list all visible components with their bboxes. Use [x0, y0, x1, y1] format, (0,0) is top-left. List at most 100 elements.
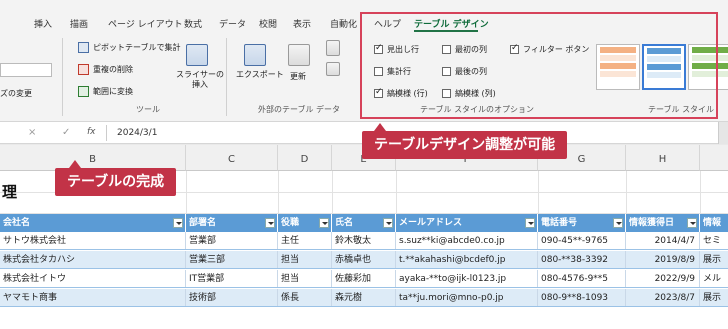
filter-dropdown-icon[interactable] — [265, 218, 275, 228]
table-row[interactable]: 株式会社イトウ IT営業部 担当 佐藤彩加 ayaka-**to@ijk-l01… — [0, 270, 728, 288]
table-cell[interactable]: メル — [700, 270, 728, 288]
table-cell[interactable]: 090-45**-9765 — [538, 232, 626, 250]
column-header-h[interactable]: H — [626, 145, 700, 171]
table-cell[interactable]: IT営業部 — [186, 270, 278, 288]
open-in-browser-icon[interactable] — [326, 62, 340, 76]
filter-dropdown-icon[interactable] — [383, 218, 393, 228]
table-header-cell[interactable]: 情報 — [700, 214, 728, 232]
table-cell[interactable]: 2019/8/9 — [626, 251, 700, 269]
table-cell[interactable]: 佐藤彩加 — [332, 270, 396, 288]
formula-enter-icon[interactable]: ✓ — [62, 127, 70, 138]
table-name-input[interactable] — [0, 63, 52, 77]
table-cell[interactable]: ヤマモト商事 — [0, 289, 186, 307]
table-header-row: 会社名 部署名 役職 氏名 メールアドレス 電話番号 情報獲得日 情報 — [0, 214, 728, 232]
remove-duplicates-button[interactable]: 重複の削除 — [78, 64, 133, 75]
table-header-cell[interactable]: メールアドレス — [396, 214, 538, 232]
table-cell[interactable]: 森元樹 — [332, 289, 396, 307]
tab-page-layout[interactable]: ページ レイアウト — [108, 17, 183, 30]
table-cell[interactable]: 株式会社イトウ — [0, 270, 186, 288]
table-cell[interactable]: 展示 — [700, 251, 728, 269]
table-cell[interactable]: サトウ株式会社 — [0, 232, 186, 250]
tab-view[interactable]: 表示 — [293, 17, 311, 30]
design-options-highlight — [360, 12, 718, 119]
table-cell[interactable]: 株式会社タカハシ — [0, 251, 186, 269]
tab-review[interactable]: 校閲 — [259, 17, 277, 30]
external-data-group-label: 外部のテーブル データ — [258, 105, 341, 114]
table-cell[interactable]: 係長 — [278, 289, 332, 307]
table-header-cell[interactable]: 氏名 — [332, 214, 396, 232]
table-cell[interactable]: ta**ju.mori@mno-p0.jp — [396, 289, 538, 307]
separator — [62, 38, 63, 116]
refresh-label[interactable]: 更新 — [290, 72, 306, 82]
table-cell[interactable]: 080-**38-3392 — [538, 251, 626, 269]
tab-data[interactable]: データ — [219, 17, 246, 30]
insert-function-icon[interactable]: fx — [87, 127, 96, 137]
table-cell[interactable]: ayaka-**to@ijk-l0123.jp — [396, 270, 538, 288]
table-header-cell[interactable]: 情報獲得日 — [626, 214, 700, 232]
ribbon: 挿入 描画 ページ レイアウト 数式 データ 校閲 表示 自動化 ヘルプ テーブ… — [0, 0, 728, 122]
tab-formulas[interactable]: 数式 — [184, 17, 202, 30]
insert-slicer-label[interactable]: スライサーの 挿入 — [176, 70, 224, 90]
table-cell[interactable]: s.suz**ki@abcde0.co.jp — [396, 232, 538, 250]
export-icon[interactable] — [244, 44, 266, 66]
filter-dropdown-icon[interactable] — [319, 218, 329, 228]
column-header-c[interactable]: C — [186, 145, 278, 171]
filter-dropdown-icon[interactable] — [687, 218, 697, 228]
formula-input[interactable]: 2024/3/1 — [117, 128, 157, 138]
tab-insert[interactable]: 挿入 — [34, 17, 52, 30]
table-cell[interactable]: 赤橋卓也 — [332, 251, 396, 269]
formula-bar-expand[interactable] — [718, 122, 728, 144]
row-border — [0, 306, 728, 307]
col-gridline — [626, 171, 627, 213]
remove-duplicates-icon — [78, 64, 89, 75]
table-cell[interactable]: 鈴木敬太 — [332, 232, 396, 250]
row-border — [0, 287, 728, 288]
filter-dropdown-icon[interactable] — [613, 218, 623, 228]
convert-range-icon — [78, 86, 89, 97]
table-cell[interactable]: 主任 — [278, 232, 332, 250]
col-gridline — [538, 171, 539, 213]
resize-table-button[interactable]: ズの変更 — [0, 88, 32, 99]
table-header-cell[interactable]: 役職 — [278, 214, 332, 232]
filter-dropdown-icon[interactable] — [173, 218, 183, 228]
table-cell[interactable]: 080-9**8-1093 — [538, 289, 626, 307]
table-cell[interactable]: 080-4576-9**5 — [538, 270, 626, 288]
properties-icon[interactable] — [326, 40, 340, 56]
table-row[interactable]: サトウ株式会社 営業部 主任 鈴木敬太 s.suz**ki@abcde0.co.… — [0, 232, 728, 250]
row-border — [0, 268, 728, 269]
export-label[interactable]: エクスポート — [236, 70, 284, 80]
table-cell[interactable]: 営業三部 — [186, 251, 278, 269]
callout-table-complete: テーブルの完成 — [55, 160, 177, 196]
table-cell[interactable]: 2014/4/7 — [626, 232, 700, 250]
refresh-icon[interactable] — [288, 44, 310, 66]
table-cell[interactable]: セミ — [700, 232, 728, 250]
formula-cancel-icon[interactable]: × — [28, 127, 50, 138]
convert-range-label: 範囲に変換 — [93, 87, 133, 96]
slicer-icon[interactable] — [186, 44, 208, 66]
table-cell[interactable]: 展示 — [700, 289, 728, 307]
col-gridline — [278, 171, 279, 213]
table-cell[interactable]: 技術部 — [186, 289, 278, 307]
row-border — [0, 249, 728, 250]
table-cell[interactable]: t.**akahashi@bcdef0.jp — [396, 251, 538, 269]
pivot-table-icon — [78, 42, 89, 53]
table-cell[interactable]: 担当 — [278, 270, 332, 288]
column-header-d[interactable]: D — [278, 145, 332, 171]
remove-duplicates-label: 重複の削除 — [93, 65, 133, 74]
tab-automate[interactable]: 自動化 — [330, 17, 357, 30]
table-header-cell[interactable]: 電話番号 — [538, 214, 626, 232]
table-row[interactable]: ヤマモト商事 技術部 係長 森元樹 ta**ju.mori@mno-p0.jp … — [0, 289, 728, 307]
table-cell[interactable]: 営業部 — [186, 232, 278, 250]
tab-draw[interactable]: 描画 — [70, 17, 88, 30]
table-row[interactable]: 株式会社タカハシ 営業三部 担当 赤橋卓也 t.**akahashi@bcdef… — [0, 251, 728, 269]
table-cell[interactable]: 2023/8/7 — [626, 289, 700, 307]
table-cell[interactable]: 2022/9/9 — [626, 270, 700, 288]
table-header-cell[interactable]: 部署名 — [186, 214, 278, 232]
table-cell[interactable]: 担当 — [278, 251, 332, 269]
table-header-cell[interactable]: 会社名 — [0, 214, 186, 232]
filter-dropdown-icon[interactable] — [525, 218, 535, 228]
separator — [226, 38, 227, 116]
convert-to-range-button[interactable]: 範囲に変換 — [78, 86, 133, 97]
tools-group-label: ツール — [136, 105, 160, 114]
summarize-pivot-button[interactable]: ピボットテーブルで集計 — [78, 42, 181, 53]
